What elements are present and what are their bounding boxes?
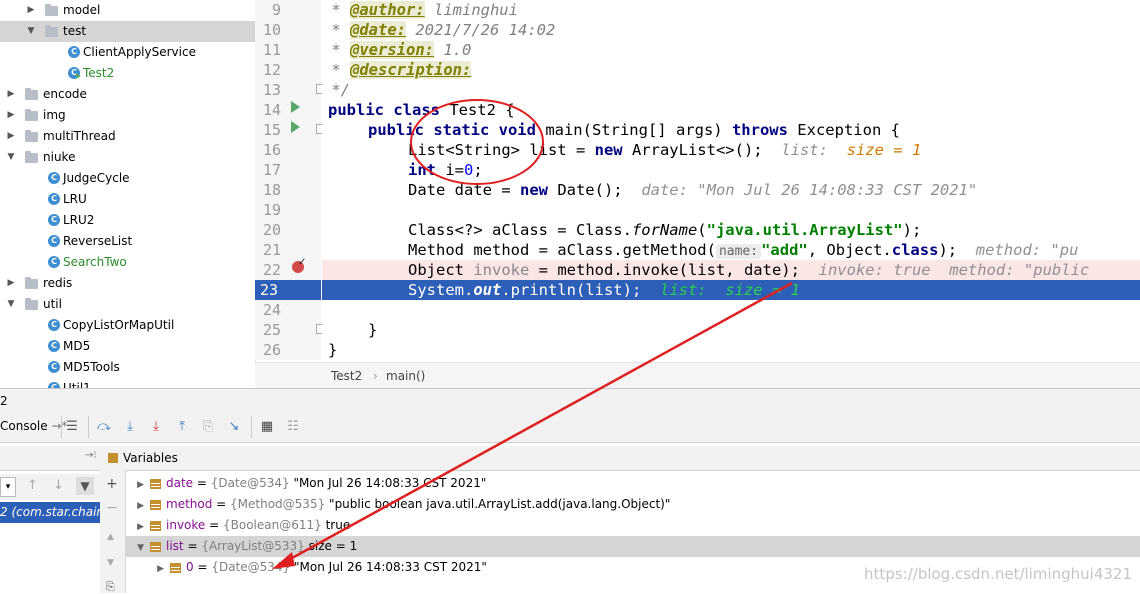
annotation-overlay (272, 99, 793, 569)
annotation-arrow-head (272, 552, 295, 569)
annotation-arrow-line (282, 281, 793, 565)
watermark: https://blog.csdn.net/liminghui4321 (864, 565, 1132, 583)
annotation-circle (410, 99, 544, 185)
